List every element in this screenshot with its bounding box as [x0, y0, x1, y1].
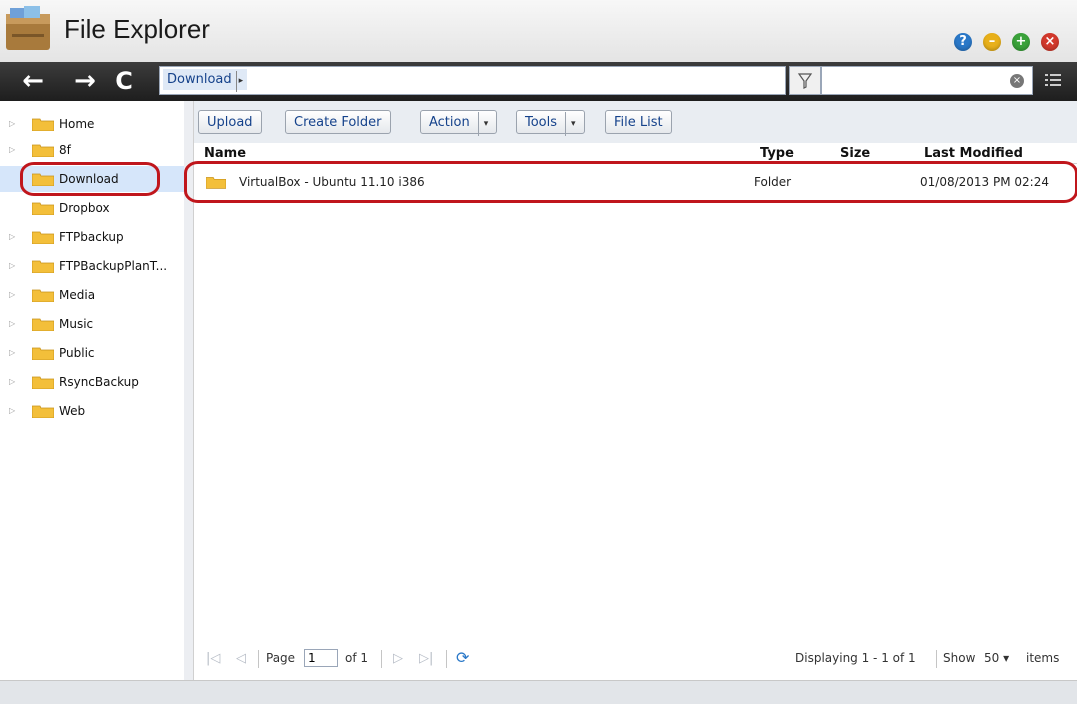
- search-input[interactable]: ×: [821, 66, 1033, 95]
- folder-icon: [32, 260, 54, 273]
- file-list-panel: Upload Create Folder Action ▾ Tools ▾ File…: [184, 101, 1077, 680]
- folder-icon: [32, 289, 54, 302]
- expand-icon[interactable]: ▷: [9, 311, 15, 337]
- pagination-bar: |◁ ◁ Page of 1 ▷ ▷| ⟳ Displaying 1 - 1 o…: [194, 638, 1077, 680]
- folder-icon: [32, 118, 54, 131]
- tools-button-label: Tools: [525, 115, 558, 130]
- expand-icon[interactable]: ▷: [9, 224, 15, 250]
- refresh-list-icon[interactable]: ⟳: [456, 648, 469, 667]
- tree-item-label: Public: [59, 346, 95, 360]
- items-label: items: [1026, 651, 1060, 665]
- action-bar: Upload Create Folder Action ▾ Tools ▾ File…: [194, 101, 1077, 143]
- tree-item-public[interactable]: ▷ Public: [0, 340, 184, 366]
- folder-icon: [32, 347, 54, 360]
- annotation-circle: [20, 162, 160, 196]
- create-folder-button[interactable]: Create Folder: [285, 110, 391, 134]
- maximize-icon[interactable]: +: [1012, 33, 1030, 51]
- column-header-name[interactable]: Name: [204, 146, 246, 161]
- folder-icon: [32, 144, 54, 157]
- page-size-value: 50: [984, 651, 1000, 665]
- first-page-icon[interactable]: |◁: [206, 651, 220, 666]
- prev-page-icon[interactable]: ◁: [236, 651, 246, 666]
- action-button[interactable]: Action ▾: [420, 110, 498, 136]
- window-title: File Explorer: [64, 14, 210, 44]
- page-number-input[interactable]: [304, 649, 338, 667]
- action-button-label: Action: [429, 115, 470, 130]
- folder-icon: [32, 202, 54, 215]
- filter-button[interactable]: [789, 66, 821, 95]
- page-count: of 1: [345, 651, 369, 665]
- title-bar: File Explorer ? – + ×: [0, 0, 1077, 63]
- expand-icon[interactable]: ▷: [9, 111, 15, 137]
- expand-icon[interactable]: ▷: [9, 253, 15, 279]
- app-icon: [6, 6, 50, 50]
- tree-item-label: Web: [59, 404, 86, 418]
- page-size-select[interactable]: 50 ▾: [984, 651, 1009, 665]
- column-header-size[interactable]: Size: [840, 146, 870, 161]
- tree-item-web[interactable]: ▷ Web: [0, 398, 184, 424]
- breadcrumb[interactable]: Download ▸: [163, 69, 248, 92]
- status-bar: [0, 680, 1077, 704]
- tree-item-dropbox[interactable]: Dropbox: [0, 195, 184, 221]
- close-icon[interactable]: ×: [1041, 33, 1059, 51]
- expand-icon[interactable]: ▷: [9, 282, 15, 308]
- folder-tree: ▷ Home ▷ 8f Download Dropbox ▷ FTPbackup…: [0, 101, 185, 680]
- tree-item-8f[interactable]: ▷ 8f: [0, 137, 184, 163]
- refresh-icon[interactable]: C: [111, 68, 137, 94]
- tools-button[interactable]: Tools ▾: [516, 110, 585, 136]
- separator: [446, 650, 447, 668]
- separator: [258, 650, 259, 668]
- expand-icon[interactable]: ▷: [9, 369, 15, 395]
- tree-item-label: FTPbackup: [59, 230, 124, 244]
- folder-icon: [32, 376, 54, 389]
- help-icon[interactable]: ?: [954, 33, 972, 51]
- displaying-text: Displaying 1 - 1 of 1: [795, 651, 916, 665]
- tree-item-rsyncbackup[interactable]: ▷ RsyncBackup: [0, 369, 184, 395]
- upload-button[interactable]: Upload: [198, 110, 262, 134]
- tree-item-ftpbackupplan[interactable]: ▷ FTPBackupPlanT...: [0, 253, 184, 279]
- tree-item-label: Dropbox: [59, 201, 110, 215]
- tree-item-label: Home: [59, 117, 95, 131]
- tree-item-label: FTPBackupPlanT...: [59, 259, 168, 273]
- annotation-circle: [184, 161, 1077, 203]
- breadcrumb-segment[interactable]: Download: [167, 72, 232, 87]
- folder-icon: [32, 405, 54, 418]
- tree-item-home[interactable]: ▷ Home: [0, 111, 184, 137]
- breadcrumb-arrow-icon[interactable]: ▸: [235, 71, 243, 92]
- clear-search-icon[interactable]: ×: [1010, 74, 1024, 88]
- file-list-button[interactable]: File List: [605, 110, 672, 134]
- next-page-icon[interactable]: ▷: [393, 651, 403, 666]
- column-header-type[interactable]: Type: [760, 146, 794, 161]
- last-page-icon[interactable]: ▷|: [419, 651, 433, 666]
- filter-icon: [797, 73, 813, 89]
- page-label-text: Page: [266, 651, 296, 665]
- tree-item-media[interactable]: ▷ Media: [0, 282, 184, 308]
- minimize-icon[interactable]: –: [983, 33, 1001, 51]
- path-bar[interactable]: Download ▸: [159, 66, 786, 95]
- separator: [381, 650, 382, 668]
- page-label: Page: [266, 651, 295, 665]
- separator: [936, 650, 937, 668]
- tree-item-ftpbackup[interactable]: ▷ FTPbackup: [0, 224, 184, 250]
- back-arrow-icon[interactable]: ←: [20, 68, 46, 94]
- forward-arrow-icon[interactable]: →: [72, 68, 98, 94]
- show-label: Show: [943, 651, 976, 665]
- tree-item-label: RsyncBackup: [59, 375, 139, 389]
- tree-item-music[interactable]: ▷ Music: [0, 311, 184, 337]
- view-options-icon[interactable]: [1043, 71, 1063, 91]
- tree-item-label: 8f: [59, 143, 71, 157]
- column-header-last-modified[interactable]: Last Modified: [924, 146, 1023, 161]
- folder-icon: [32, 318, 54, 331]
- expand-icon[interactable]: ▷: [9, 340, 15, 366]
- expand-icon[interactable]: ▷: [9, 398, 15, 424]
- folder-icon: [32, 231, 54, 244]
- expand-icon[interactable]: ▷: [9, 137, 15, 163]
- dropdown-arrow-icon: ▾: [565, 112, 576, 136]
- tree-item-label: Media: [59, 288, 96, 302]
- tree-item-label: Music: [59, 317, 94, 331]
- dropdown-arrow-icon: ▾: [477, 112, 488, 136]
